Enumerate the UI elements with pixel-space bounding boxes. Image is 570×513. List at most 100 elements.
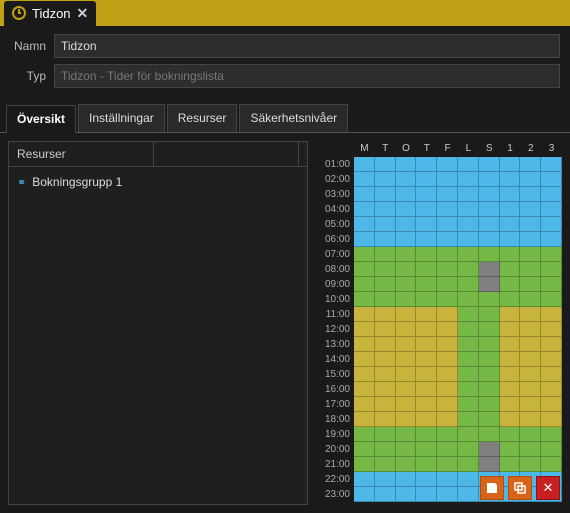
schedule-cell[interactable]	[437, 202, 458, 217]
schedule-cell[interactable]	[396, 472, 417, 487]
schedule-cell[interactable]	[375, 232, 396, 247]
schedule-cell[interactable]	[416, 322, 437, 337]
schedule-cell[interactable]	[437, 217, 458, 232]
schedule-cell[interactable]	[479, 217, 500, 232]
schedule-cell[interactable]	[416, 247, 437, 262]
schedule-cell[interactable]	[416, 442, 437, 457]
schedule-cell[interactable]	[375, 442, 396, 457]
schedule-cell[interactable]	[416, 457, 437, 472]
schedule-cell[interactable]	[416, 427, 437, 442]
schedule-cell[interactable]	[479, 262, 500, 277]
schedule-cell[interactable]	[458, 307, 479, 322]
schedule-cell[interactable]	[375, 412, 396, 427]
schedule-cell[interactable]	[458, 457, 479, 472]
schedule-cell[interactable]	[416, 217, 437, 232]
schedule-cell[interactable]	[375, 382, 396, 397]
schedule-cell[interactable]	[458, 277, 479, 292]
schedule-cell[interactable]	[500, 397, 521, 412]
schedule-cell[interactable]	[416, 202, 437, 217]
schedule-cell[interactable]	[437, 322, 458, 337]
schedule-cell[interactable]	[541, 457, 562, 472]
schedule-cell[interactable]	[520, 247, 541, 262]
schedule-cell[interactable]	[375, 187, 396, 202]
schedule-cell[interactable]	[396, 217, 417, 232]
schedule-cell[interactable]	[479, 157, 500, 172]
schedule-cell[interactable]	[375, 457, 396, 472]
schedule-cell[interactable]	[541, 232, 562, 247]
schedule-cell[interactable]	[396, 247, 417, 262]
schedule-cell[interactable]	[354, 217, 375, 232]
schedule-cell[interactable]	[500, 427, 521, 442]
schedule-cell[interactable]	[396, 367, 417, 382]
schedule-cell[interactable]	[416, 367, 437, 382]
schedule-cell[interactable]	[520, 172, 541, 187]
schedule-cell[interactable]	[416, 262, 437, 277]
schedule-cell[interactable]	[479, 187, 500, 202]
schedule-cell[interactable]	[458, 382, 479, 397]
schedule-cell[interactable]	[541, 397, 562, 412]
schedule-cell[interactable]	[479, 382, 500, 397]
resources-header[interactable]: Resurser	[9, 142, 154, 166]
tab-installningar[interactable]: Inställningar	[78, 104, 165, 132]
schedule-cell[interactable]	[396, 412, 417, 427]
schedule-cell[interactable]	[520, 217, 541, 232]
schedule-cell[interactable]	[396, 187, 417, 202]
schedule-cell[interactable]	[396, 457, 417, 472]
schedule-cell[interactable]	[375, 352, 396, 367]
schedule-cell[interactable]	[437, 277, 458, 292]
schedule-cell[interactable]	[458, 262, 479, 277]
schedule-cell[interactable]	[416, 292, 437, 307]
schedule-cell[interactable]	[437, 232, 458, 247]
schedule-cell[interactable]	[458, 322, 479, 337]
schedule-cell[interactable]	[354, 472, 375, 487]
schedule-cell[interactable]	[500, 322, 521, 337]
schedule-cell[interactable]	[375, 307, 396, 322]
schedule-cell[interactable]	[416, 172, 437, 187]
close-button[interactable]: ✕	[536, 476, 560, 500]
schedule-cell[interactable]	[520, 352, 541, 367]
schedule-cell[interactable]	[520, 277, 541, 292]
schedule-cell[interactable]	[500, 157, 521, 172]
copy-button[interactable]	[508, 476, 532, 500]
schedule-cell[interactable]	[354, 232, 375, 247]
schedule-cell[interactable]	[541, 202, 562, 217]
resources-header-col2[interactable]	[154, 142, 299, 166]
schedule-cell[interactable]	[416, 352, 437, 367]
schedule-cell[interactable]	[520, 427, 541, 442]
schedule-cell[interactable]	[375, 472, 396, 487]
schedule-cell[interactable]	[458, 487, 479, 502]
schedule-cell[interactable]	[541, 292, 562, 307]
schedule-cell[interactable]	[354, 322, 375, 337]
schedule-cell[interactable]	[416, 307, 437, 322]
schedule-cell[interactable]	[479, 442, 500, 457]
app-tab[interactable]: Tidzon ✕	[4, 1, 96, 26]
schedule-cell[interactable]	[354, 442, 375, 457]
schedule-cell[interactable]	[416, 472, 437, 487]
schedule-cell[interactable]	[354, 337, 375, 352]
schedule-cell[interactable]	[375, 397, 396, 412]
schedule-cell[interactable]	[520, 412, 541, 427]
schedule-cell[interactable]	[520, 397, 541, 412]
schedule-cell[interactable]	[500, 247, 521, 262]
schedule-cell[interactable]	[375, 322, 396, 337]
schedule-cell[interactable]	[500, 202, 521, 217]
schedule-cell[interactable]	[437, 337, 458, 352]
schedule-cell[interactable]	[458, 412, 479, 427]
schedule-cell[interactable]	[437, 292, 458, 307]
schedule-cell[interactable]	[520, 202, 541, 217]
schedule-cell[interactable]	[375, 172, 396, 187]
schedule-cell[interactable]	[375, 427, 396, 442]
schedule-cell[interactable]	[437, 352, 458, 367]
schedule-cell[interactable]	[437, 442, 458, 457]
schedule-cell[interactable]	[541, 337, 562, 352]
schedule-cell[interactable]	[437, 427, 458, 442]
schedule-cell[interactable]	[479, 322, 500, 337]
schedule-cell[interactable]	[354, 172, 375, 187]
schedule-cell[interactable]	[479, 277, 500, 292]
schedule-cell[interactable]	[416, 397, 437, 412]
schedule-cell[interactable]	[479, 292, 500, 307]
schedule-cell[interactable]	[458, 337, 479, 352]
schedule-cell[interactable]	[354, 247, 375, 262]
schedule-cell[interactable]	[396, 337, 417, 352]
schedule-cell[interactable]	[479, 397, 500, 412]
